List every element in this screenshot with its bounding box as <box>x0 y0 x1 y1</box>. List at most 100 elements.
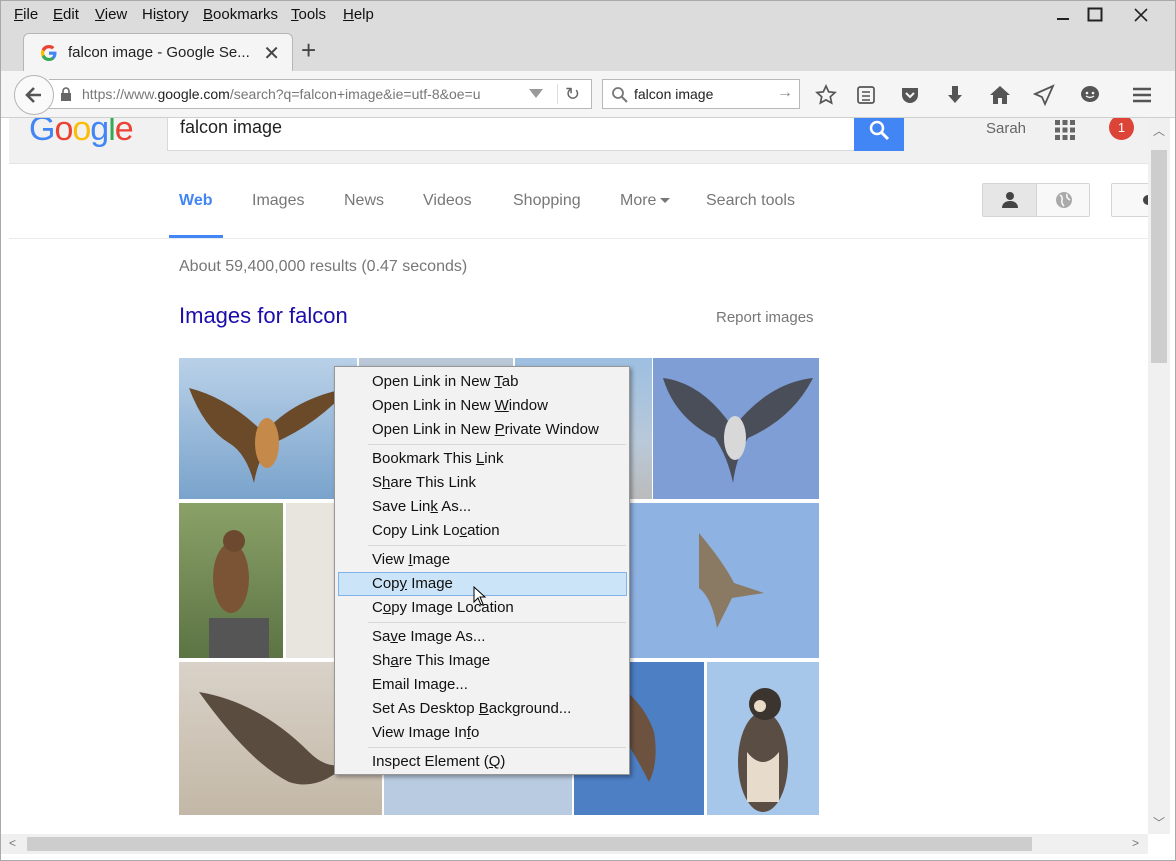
google-logo-letter: g <box>90 118 109 148</box>
menu-item-view[interactable]: View <box>95 6 127 23</box>
settings-toggle[interactable] <box>1111 183 1148 217</box>
falcon-image-5[interactable] <box>179 503 283 658</box>
bookmarks-button[interactable] <box>854 83 878 107</box>
google-search-box[interactable]: falcon image <box>167 118 855 151</box>
tab-videos[interactable]: Videos <box>423 192 472 210</box>
nav-bar: https://www.google.com/search?q=falcon+i… <box>1 71 1175 118</box>
home-button[interactable] <box>988 83 1012 107</box>
url-dropdown-icon[interactable] <box>529 89 543 98</box>
tab-images[interactable]: Images <box>252 192 304 210</box>
context-item-open-link-in-new-private-window[interactable]: Open Link in New Private Window <box>335 418 629 442</box>
tab-news[interactable]: News <box>344 192 384 210</box>
falcon-image-11[interactable] <box>707 662 819 815</box>
tab-strip: falcon image - Google Se... ✕ + <box>1 29 1175 71</box>
context-item-open-link-in-new-window[interactable]: Open Link in New Window <box>335 394 629 418</box>
pocket-icon <box>902 88 918 103</box>
globe-icon <box>1055 192 1072 208</box>
user-name-link[interactable]: Sarah <box>986 120 1026 137</box>
reload-icon[interactable]: ↻ <box>565 84 580 105</box>
person-icon <box>1001 192 1018 208</box>
context-item-set-as-desktop-background[interactable]: Set As Desktop Background... <box>335 697 629 721</box>
scroll-right-icon[interactable]: > <box>1132 836 1139 850</box>
menu-item-file[interactable]: File <box>14 6 38 23</box>
menu-item-help[interactable]: Help <box>343 6 374 23</box>
vertical-scrollbar[interactable]: ︿ ﹀ <box>1148 118 1170 834</box>
pocket-button[interactable] <box>898 83 922 107</box>
minimize-icon <box>1057 18 1069 20</box>
notification-badge[interactable]: 1 <box>1109 118 1134 140</box>
context-item-bookmark-this-link[interactable]: Bookmark This Link <box>335 447 629 471</box>
tab-shopping[interactable]: Shopping <box>513 192 581 210</box>
share-button[interactable] <box>1032 83 1056 107</box>
search-go-icon[interactable]: → <box>777 84 793 102</box>
menu-item-bookmarks[interactable]: Bookmarks <box>203 6 278 23</box>
download-arrow-icon <box>948 86 962 103</box>
google-logo-letter: o <box>54 118 73 148</box>
falcon-image-1[interactable] <box>179 358 357 499</box>
close-window-button[interactable] <box>1118 1 1164 29</box>
context-item-view-image-info[interactable]: View Image Info <box>335 721 629 745</box>
result-stats: About 59,400,000 results (0.47 seconds) <box>179 258 468 275</box>
falcon-wings-spread-icon <box>189 388 349 483</box>
context-item-copy-link-location[interactable]: Copy Link Location <box>335 519 629 543</box>
back-button[interactable] <box>14 75 54 115</box>
url-text[interactable]: https://www.google.com/search?q=falcon+i… <box>82 86 522 102</box>
images-heading-link[interactable]: Images for falcon <box>179 303 348 329</box>
global-results-button[interactable] <box>1037 184 1090 216</box>
context-item-share-this-image[interactable]: Share This Image <box>335 649 629 673</box>
falcon-flying-icon <box>663 378 813 483</box>
url-bar[interactable]: https://www.google.com/search?q=falcon+i… <box>49 79 592 109</box>
context-menu: Open Link in New Tab Open Link in New Win… <box>334 366 630 775</box>
apps-grid-icon[interactable] <box>1055 120 1075 140</box>
personal-results-button[interactable] <box>983 184 1037 216</box>
close-tab-icon[interactable]: ✕ <box>263 41 280 66</box>
chat-bubble-icon <box>1081 86 1099 102</box>
google-logo[interactable]: Google <box>29 118 134 149</box>
home-icon <box>990 86 1010 104</box>
horizontal-scroll-thumb[interactable] <box>27 837 1032 851</box>
context-menu-separator <box>368 622 626 623</box>
search-bar[interactable]: falcon image → <box>602 79 800 109</box>
google-search-button[interactable] <box>854 118 904 151</box>
horizontal-scrollbar[interactable]: < > <box>1 834 1148 854</box>
new-tab-button[interactable]: + <box>301 37 316 63</box>
google-favicon-icon <box>41 45 57 61</box>
vertical-scroll-thumb[interactable] <box>1151 150 1167 363</box>
tab-web[interactable]: Web <box>179 192 212 210</box>
maximize-button[interactable] <box>1072 1 1118 29</box>
bookmarks-list-icon <box>857 86 875 104</box>
personal-results-toggle[interactable] <box>982 183 1090 217</box>
back-arrow-icon <box>25 87 41 103</box>
context-item-share-this-link[interactable]: Share This Link <box>335 471 629 495</box>
tab-more[interactable]: More <box>620 192 671 210</box>
falcon-image-7[interactable] <box>629 503 819 658</box>
context-item-save-image-as[interactable]: Save Image As... <box>335 625 629 649</box>
chevron-down-icon <box>660 198 671 204</box>
menu-button[interactable] <box>1130 83 1154 107</box>
close-icon <box>1134 8 1148 22</box>
tab-search-tools[interactable]: Search tools <box>706 192 795 210</box>
context-item-save-link-as[interactable]: Save Link As... <box>335 495 629 519</box>
browser-tab[interactable]: falcon image - Google Se... ✕ <box>23 33 293 71</box>
menu-item-edit[interactable]: Edit <box>53 6 79 23</box>
menu-item-history[interactable]: History <box>142 6 189 23</box>
star-icon <box>815 84 837 105</box>
downloads-button[interactable] <box>943 83 967 107</box>
scroll-down-icon[interactable]: ﹀ <box>1153 814 1165 831</box>
hello-button[interactable] <box>1078 83 1102 107</box>
context-item-view-image[interactable]: View Image <box>335 548 629 572</box>
google-search-query[interactable]: falcon image <box>180 118 282 138</box>
search-input[interactable]: falcon image <box>634 86 713 102</box>
context-item-inspect-element-q[interactable]: Inspect Element (Q) <box>335 750 629 774</box>
scroll-left-icon[interactable]: < <box>9 836 16 850</box>
bookmark-star-button[interactable] <box>814 83 838 107</box>
falcon-image-4[interactable] <box>653 358 819 499</box>
google-logo-letter: e <box>114 118 134 148</box>
menu-item-tools[interactable]: Tools <box>291 6 326 23</box>
maximize-icon <box>1087 7 1103 22</box>
context-item-email-image[interactable]: Email Image... <box>335 673 629 697</box>
report-images-link[interactable]: Report images <box>716 309 814 326</box>
hamburger-menu-icon <box>1133 87 1151 103</box>
scroll-up-icon[interactable]: ︿ <box>1153 122 1165 139</box>
context-item-open-link-in-new-tab[interactable]: Open Link in New Tab <box>335 370 629 394</box>
